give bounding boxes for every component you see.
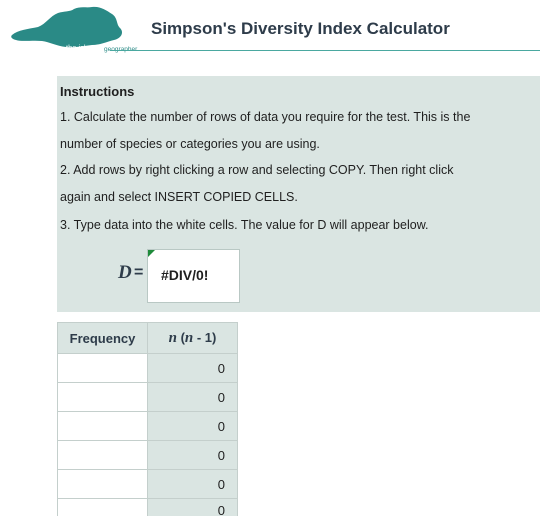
instructions-heading: Instructions [60, 84, 135, 99]
frequency-cell[interactable] [57, 440, 148, 470]
comment-flag-icon [148, 250, 155, 257]
table-row: 0 [57, 469, 238, 499]
d-result-cell[interactable]: #DIV/0! [147, 249, 240, 303]
instruction-line-4: again and select INSERT COPIED CELLS. [60, 190, 298, 204]
table-row: 0 [57, 440, 238, 470]
nn-cell[interactable]: 0 [147, 469, 238, 499]
frequency-cell[interactable] [57, 382, 148, 412]
nn-cell[interactable]: 0 [147, 440, 238, 470]
nn-cell[interactable]: 0 [147, 411, 238, 441]
instruction-line-5: 3. Type data into the white cells. The v… [60, 218, 429, 232]
spreadsheet-page: the island geographer Simpson's Diversit… [0, 0, 559, 516]
table-header-row: Frequency n (n - 1) [57, 322, 238, 354]
nn-cell[interactable]: 0 [147, 353, 238, 383]
nn-cell[interactable]: 0 [147, 382, 238, 412]
table-row: 0 [57, 411, 238, 441]
table-row: 0 [57, 382, 238, 412]
instructions-panel[interactable]: Instructions 1. Calculate the number of … [57, 76, 540, 312]
title-divider [110, 50, 540, 51]
frequency-cell[interactable] [57, 469, 148, 499]
d-equals: = [134, 264, 144, 281]
header-n-paren: ( [176, 329, 185, 345]
d-result-value: #DIV/0! [161, 267, 209, 283]
instruction-line-2: number of species or categories you are … [60, 137, 320, 151]
frequency-cell[interactable] [57, 498, 148, 516]
header-n-var-2: n [184, 329, 194, 346]
island-geographer-logo: the island geographer [8, 4, 144, 53]
nn-cell[interactable]: 0 [147, 498, 238, 516]
instruction-line-3: 2. Add rows by right clicking a row and … [60, 163, 454, 177]
frequency-table: Frequency n (n - 1) 0 0 0 0 0 0 [57, 322, 238, 516]
header-n-n-minus-1[interactable]: n (n - 1) [147, 322, 238, 354]
table-row: 0 [57, 498, 238, 516]
page-title: Simpson's Diversity Index Calculator [151, 19, 450, 38]
instruction-line-1: 1. Calculate the number of rows of data … [60, 110, 471, 124]
header-n-var-1: n [168, 329, 177, 346]
table-row: 0 [57, 353, 238, 383]
d-label: D [118, 262, 132, 283]
frequency-cell[interactable] [57, 411, 148, 441]
header-n-minus-one: - 1) [193, 329, 217, 345]
frequency-cell[interactable] [57, 353, 148, 383]
header-frequency[interactable]: Frequency [57, 322, 148, 354]
logo-text-island: the island [66, 43, 99, 52]
